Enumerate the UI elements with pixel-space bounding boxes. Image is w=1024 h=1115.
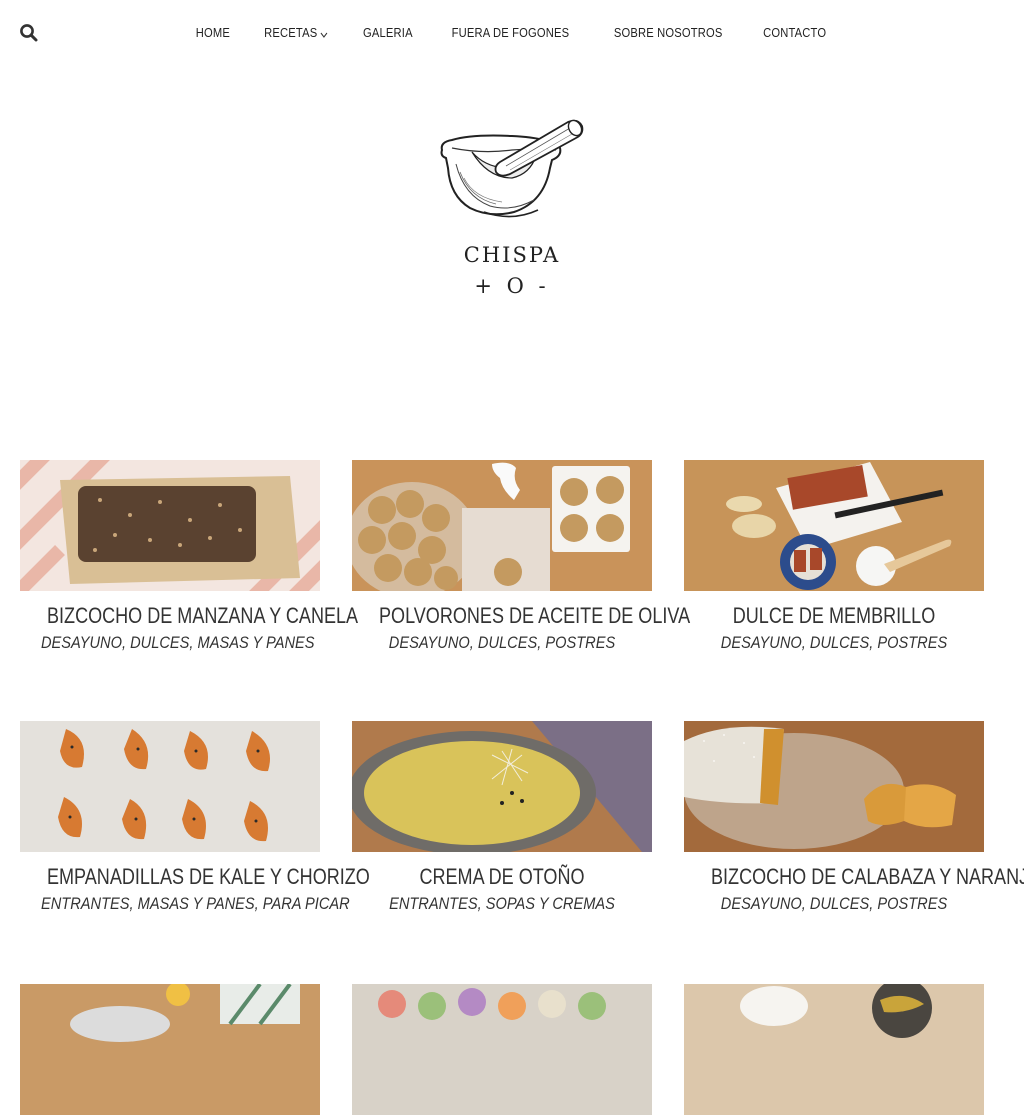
post-thumbnail[interactable] — [352, 984, 652, 1115]
post-categories[interactable]: DESAYUNO, DULCES, POSTRES — [705, 894, 963, 914]
post-thumbnail[interactable] — [684, 460, 984, 591]
post-categories[interactable]: ENTRANTES, SOPAS Y CREMAS — [373, 894, 631, 914]
post-title[interactable]: CREMA DE OTOÑO — [379, 864, 625, 890]
post-card[interactable]: CREMA DE OTOÑO ENTRANTES, SOPAS Y CREMAS — [352, 721, 652, 914]
post-thumbnail[interactable] — [352, 721, 652, 852]
nav-item-sobre-nosotros[interactable]: SOBRE NOSOTROS — [614, 24, 723, 42]
post-title[interactable]: BIZCOCHO DE MANZANA Y CANELA — [47, 603, 358, 629]
post-title[interactable]: DULCE DE MEMBRILLO — [711, 603, 957, 629]
site-tagline: + O - — [474, 274, 550, 298]
post-card[interactable]: DULCE DE MEMBRILLO DESAYUNO, DULCES, POS… — [684, 460, 984, 653]
nav-item-galeria[interactable]: GALERIA — [363, 24, 413, 42]
post-title[interactable]: POLVORONES DE ACEITE DE OLIVA — [379, 603, 690, 629]
post-thumbnail[interactable] — [684, 984, 984, 1115]
post-thumbnail[interactable] — [20, 984, 320, 1115]
post-categories[interactable]: DESAYUNO, DULCES, POSTRES — [373, 633, 631, 653]
post-categories[interactable]: DESAYUNO, DULCES, MASAS Y PANES — [41, 633, 315, 653]
nav-item-contacto[interactable]: CONTACTO — [763, 24, 826, 42]
site-logo[interactable] — [412, 112, 612, 232]
chevron-down-icon — [320, 25, 328, 43]
post-thumbnail[interactable] — [20, 460, 320, 591]
post-categories[interactable]: ENTRANTES, MASAS Y PANES, PARA PICAR — [41, 894, 350, 914]
nav-item-home[interactable]: HOME — [196, 24, 230, 42]
post-thumbnail[interactable] — [352, 460, 652, 591]
header-bar: HOME RECETAS GALERIA FUERA DE FOGONES SO… — [0, 0, 1024, 66]
post-title[interactable]: EMPANADILLAS DE KALE Y CHORIZO — [47, 864, 370, 890]
post-card[interactable] — [352, 984, 652, 1115]
post-card[interactable]: POLVORONES DE ACEITE DE OLIVA DESAYUNO, … — [352, 460, 690, 653]
nav-item-recetas[interactable]: RECETAS — [264, 24, 328, 43]
post-card[interactable]: BIZCOCHO DE MANZANA Y CANELA DESAYUNO, D… — [20, 460, 358, 653]
post-card[interactable]: EMPANADILLAS DE KALE Y CHORIZO ENTRANTES… — [20, 721, 370, 914]
mortar-and-pestle-icon — [440, 119, 584, 218]
post-card[interactable] — [20, 984, 320, 1115]
post-title[interactable]: BIZCOCHO DE CALABAZA Y NARANJA — [711, 864, 1024, 890]
post-thumbnail[interactable] — [684, 721, 984, 852]
main-nav: HOME RECETAS GALERIA FUERA DE FOGONES SO… — [0, 24, 1024, 43]
nav-item-fuera-de-fogones[interactable]: FUERA DE FOGONES — [452, 24, 570, 42]
post-categories[interactable]: DESAYUNO, DULCES, POSTRES — [705, 633, 963, 653]
nav-item-recetas-label: RECETAS — [264, 25, 318, 40]
post-thumbnail[interactable] — [20, 721, 320, 852]
site-title[interactable]: CHISPA — [0, 243, 1024, 267]
post-card[interactable] — [684, 984, 984, 1115]
post-card[interactable]: BIZCOCHO DE CALABAZA Y NARANJA DESAYUNO,… — [684, 721, 1024, 914]
